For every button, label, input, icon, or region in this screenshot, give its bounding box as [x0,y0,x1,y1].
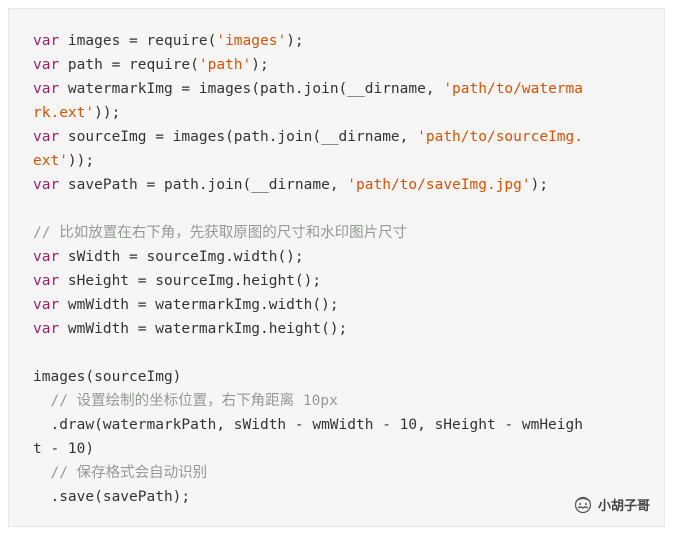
code-line: var wmWidth = watermarkImg.width(); [33,293,648,317]
code-line: .draw(watermarkPath, sWidth - wmWidth - … [33,413,648,437]
code-string: 'path' [198,57,252,73]
code-comment: // 保存格式会自动识别 [33,465,208,481]
code-line: .save(savePath); [33,485,648,509]
code-text: ); [530,177,549,193]
code-text: path = require( [59,57,199,73]
code-comment: // 设置绘制的坐标位置，右下角距离 10px [33,393,338,409]
code-text: wmWidth = watermarkImg.height(); [59,321,348,337]
code-text: )); [67,153,95,169]
code-line: t - 10) [33,437,648,461]
code-line: var watermarkImg = images(path.join(__di… [33,77,648,101]
code-line: images(sourceImg) [33,365,648,389]
code-text: sHeight = sourceImg.height(); [59,273,322,289]
code-keyword: var [33,57,60,73]
code-line: rk.ext')); [33,101,648,125]
watermark-text: 小胡子哥 [597,499,650,514]
code-text: wmWidth = watermarkImg.width(); [59,297,339,313]
code-text: images = require( [59,33,217,49]
code-keyword: var [33,297,60,313]
code-text: .save(savePath); [33,489,191,505]
code-listing: var images = require('images'); var path … [33,29,648,509]
code-keyword: var [33,33,60,49]
code-line: // 比如放置在右下角，先获取原图的尺寸和水印图片尺寸 [33,221,648,245]
code-text: watermarkImg = images(path.join(__dirnam… [59,81,444,97]
code-string: 'path/to/saveImg.jpg' [347,177,531,193]
code-comment: // 比如放置在右下角，先获取原图的尺寸和水印图片尺寸 [33,225,408,241]
code-keyword: var [33,81,60,97]
code-text: ); [286,33,304,49]
code-string: 'path/to/sourceImg. [417,129,583,145]
code-line: // 设置绘制的坐标位置，右下角距离 10px [33,389,648,413]
code-text: t - 10) [33,441,95,457]
code-line: var sourceImg = images(path.join(__dirna… [33,125,648,149]
code-text: sourceImg = images(path.join(__dirname, [59,129,418,145]
code-keyword: var [33,177,60,193]
code-line: var images = require('images'); [33,29,648,53]
code-text: )); [94,105,121,121]
code-string: rk.ext' [33,105,95,121]
code-line: // 保存格式会自动识别 [33,461,648,485]
code-line: var path = require('path'); [33,53,648,77]
code-text: sWidth = sourceImg.width(); [59,249,304,265]
code-keyword: var [33,249,60,265]
code-text: images(sourceImg) [33,369,182,385]
code-line: var sWidth = sourceImg.width(); [33,245,648,269]
code-line: var savePath = path.join(__dirname, 'pat… [33,173,648,197]
code-text: savePath = path.join(__dirname, [59,177,348,193]
mustache-face-icon [574,496,592,513]
code-keyword: var [33,273,60,289]
code-line: ext')); [33,149,648,173]
code-text: .draw(watermarkPath, sWidth - wmWidth - … [33,417,583,433]
code-string: 'path/to/waterma [443,81,583,97]
code-line: var sHeight = sourceImg.height(); [33,269,648,293]
code-keyword: var [33,321,60,337]
code-block: var images = require('images'); var path … [8,8,665,527]
code-keyword: var [33,129,60,145]
code-string: ext' [33,153,68,169]
code-text: ); [251,57,269,73]
code-string: 'images' [216,33,287,49]
code-line: var wmWidth = watermarkImg.height(); [33,317,648,341]
watermark: 小胡子哥 [572,495,650,514]
